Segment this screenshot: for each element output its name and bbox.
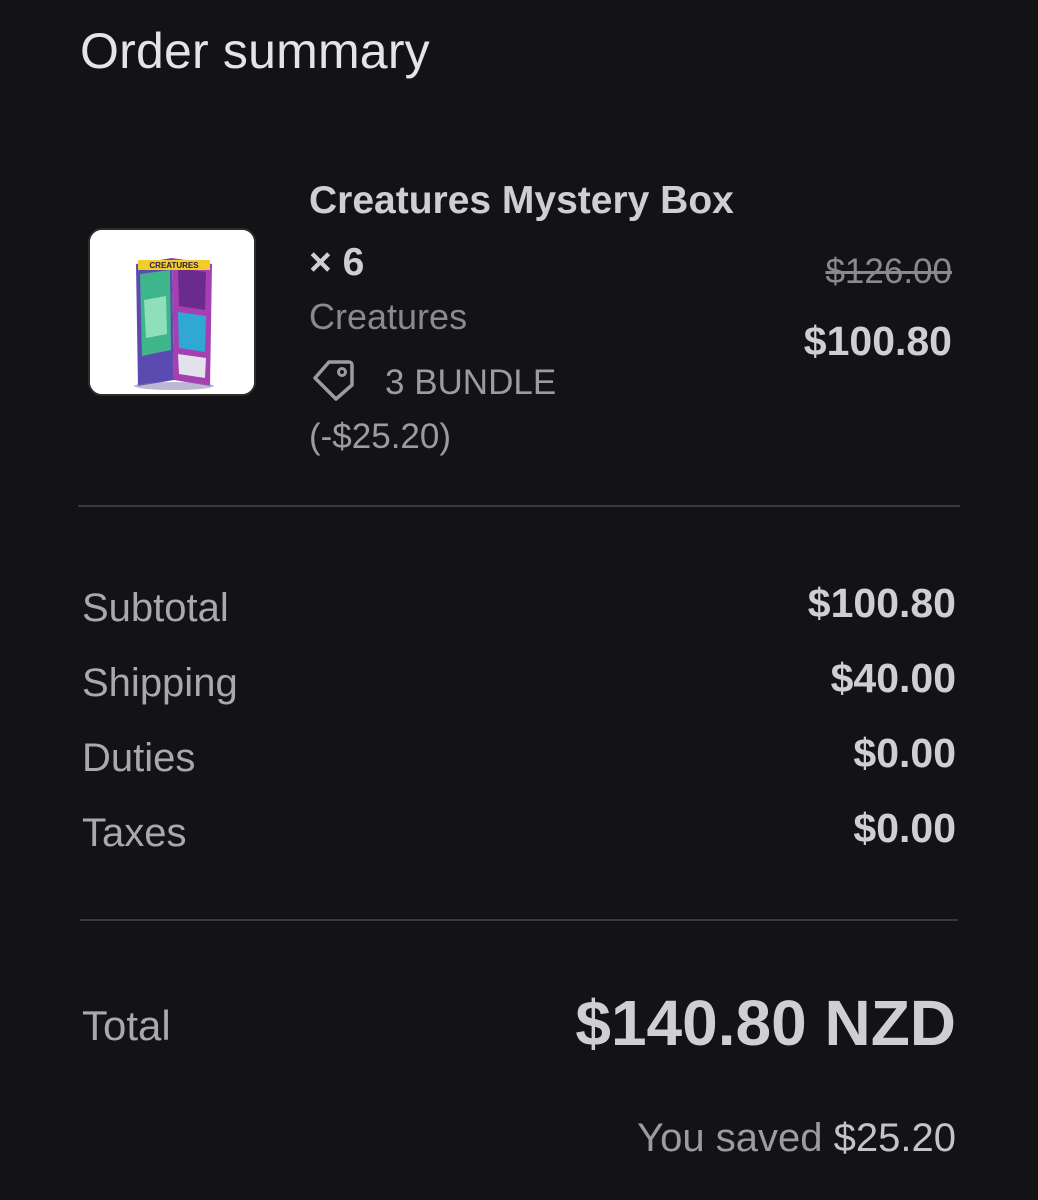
discount-line: 3 BUNDLE (-$25.20) [309, 356, 669, 464]
duties-value: $0.00 [853, 730, 956, 776]
total-value: $140.80 NZD [575, 987, 956, 1059]
savings-line: You saved $25.20 [637, 1116, 956, 1161]
divider [78, 505, 960, 507]
shipping-value: $40.00 [830, 655, 956, 701]
taxes-label: Taxes [82, 811, 187, 855]
taxes-row: Taxes $0.00 [82, 805, 956, 871]
duties-row: Duties $0.00 [82, 730, 956, 796]
savings-value: $25.20 [833, 1116, 956, 1160]
product-name: Creatures Mystery Box × 6 [309, 179, 734, 284]
taxes-value: $0.00 [853, 805, 956, 851]
savings-label: You saved [637, 1116, 823, 1160]
order-line-item: CREATURES Creatures Mystery Box × 6 Crea… [0, 0, 1038, 500]
divider [80, 919, 958, 921]
subtotal-label: Subtotal [82, 586, 229, 630]
tag-icon [309, 358, 357, 402]
product-logo-text: CREATURES [149, 261, 199, 270]
product-thumbnail: CREATURES [88, 228, 256, 396]
product-vendor: Creatures [309, 296, 468, 337]
shipping-label: Shipping [82, 661, 238, 705]
duties-label: Duties [82, 736, 196, 780]
original-price: $126.00 [825, 252, 952, 291]
total-label: Total [82, 1002, 171, 1049]
discounted-price: $100.80 [803, 318, 952, 364]
subtotal-row: Subtotal $100.80 [82, 580, 956, 646]
subtotal-value: $100.80 [807, 580, 956, 626]
shipping-row: Shipping $40.00 [82, 655, 956, 721]
